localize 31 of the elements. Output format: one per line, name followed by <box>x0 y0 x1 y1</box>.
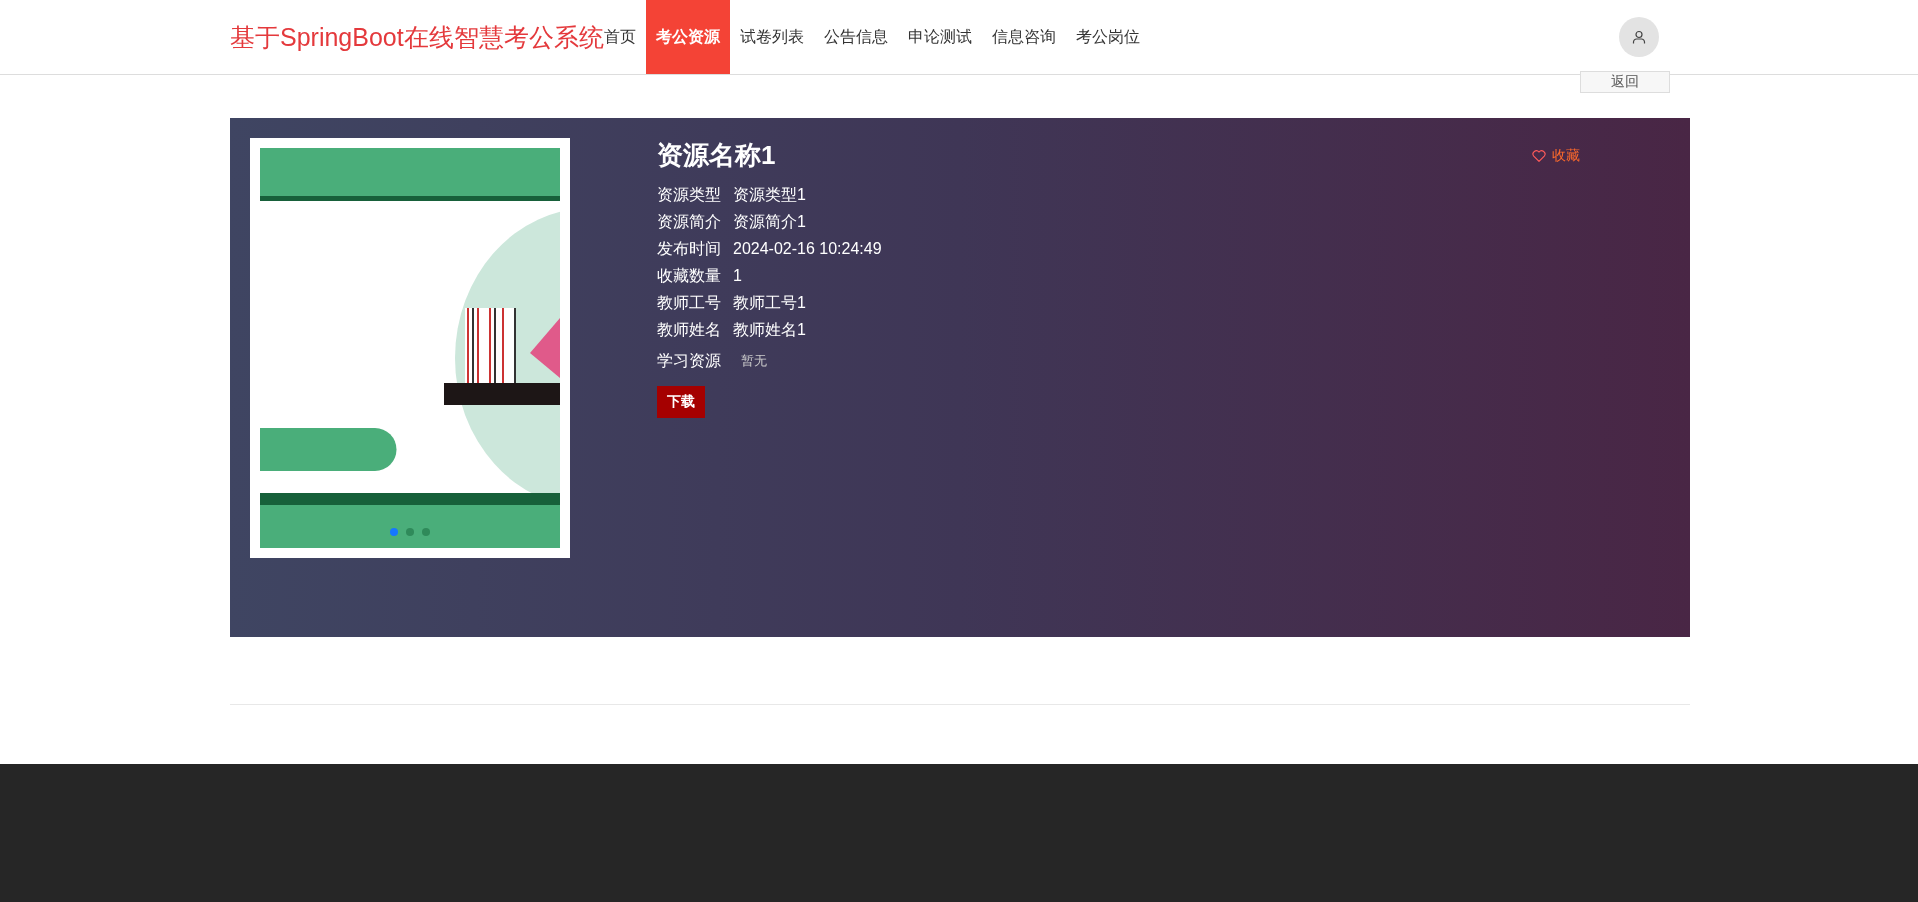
field-value: 教师工号1 <box>733 293 806 313</box>
field-value: 2024-02-16 10:24:49 <box>733 239 882 259</box>
nav-tab[interactable]: 考公资源 <box>645 0 730 74</box>
nav-tab[interactable]: 申论测试 <box>897 0 982 74</box>
nav-tab[interactable]: 考公岗位 <box>1065 0 1150 74</box>
field-label: 发布时间 <box>657 239 721 259</box>
avatar-button[interactable] <box>1619 17 1659 57</box>
field-value: 资源类型1 <box>733 185 806 205</box>
user-icon <box>1632 30 1646 44</box>
nav-tab[interactable]: 信息咨询 <box>981 0 1066 74</box>
nav-tab[interactable]: 公告信息 <box>813 0 898 74</box>
site-logo: 基于SpringBoot在线智慧考公系统 <box>230 21 604 53</box>
carousel-dot[interactable] <box>422 528 430 536</box>
back-button[interactable]: 返回 <box>1580 71 1670 93</box>
carousel-dot[interactable] <box>406 528 414 536</box>
field-label: 资源简介 <box>657 212 721 232</box>
carousel-dot[interactable] <box>390 528 398 536</box>
field-value: 1 <box>733 266 742 286</box>
field-value: 资源简介1 <box>733 212 806 232</box>
field-value: 暂无 <box>741 352 767 370</box>
field-label: 资源类型 <box>657 185 721 205</box>
field-label: 教师工号 <box>657 293 721 313</box>
favorite-link[interactable]: 收藏 <box>1532 146 1580 165</box>
field-label: 收藏数量 <box>657 266 721 286</box>
heart-icon <box>1532 149 1546 162</box>
nav-tab[interactable]: 试卷列表 <box>729 0 814 74</box>
resource-title: 资源名称1 <box>657 139 776 172</box>
field-value: 教师姓名1 <box>733 320 806 340</box>
field-label: 学习资源 <box>657 351 721 371</box>
field-label: 教师姓名 <box>657 320 721 340</box>
download-button[interactable]: 下载 <box>657 386 705 418</box>
